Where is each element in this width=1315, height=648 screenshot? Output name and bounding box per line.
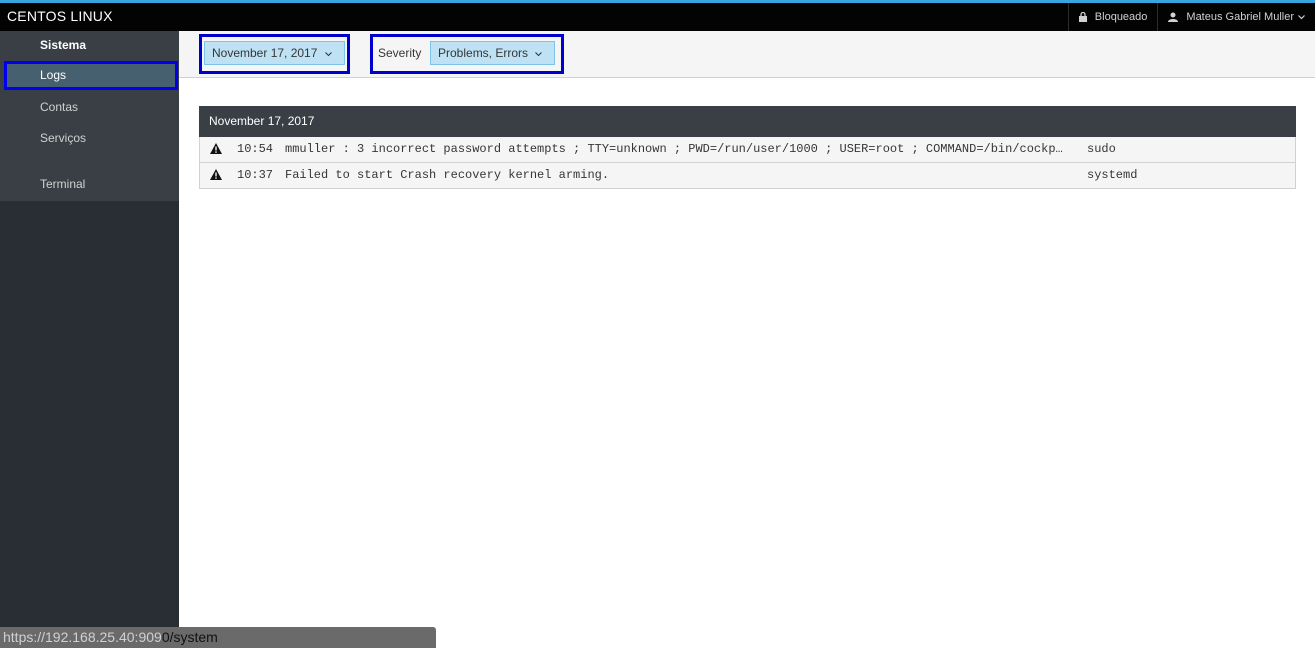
severity-filter-dropdown[interactable]: Problems, Errors <box>430 41 555 65</box>
log-source: systemd <box>1087 168 1138 182</box>
user-icon <box>1168 12 1179 22</box>
chevron-down-icon <box>324 49 332 59</box>
sidebar-item-terminal[interactable]: Terminal <box>5 170 178 199</box>
log-message: mmuller : 3 incorrect password attempts … <box>285 142 1063 156</box>
warning-icon <box>210 143 222 158</box>
log-message: Failed to start Crash recovery kernel ar… <box>285 168 610 182</box>
log-entry[interactable]: 10:54 mmuller : 3 incorrect password att… <box>199 137 1296 163</box>
log-day-header: November 17, 2017 <box>199 106 1296 137</box>
severity-label: Severity <box>378 46 422 60</box>
sidebar-item-contas[interactable]: Contas <box>5 93 178 122</box>
sidebar: Sistema Logs Contas Serviços Terminal <box>0 31 179 648</box>
sidebar-item-servicos[interactable]: Serviços <box>5 124 178 153</box>
chevron-down-icon <box>1298 11 1305 23</box>
date-filter-dropdown[interactable]: November 17, 2017 <box>204 41 345 65</box>
sidebar-nav: Sistema Logs Contas Serviços Terminal <box>0 31 179 201</box>
log-time: 10:54 <box>237 142 274 156</box>
lock-icon <box>1078 12 1087 22</box>
masthead: CENTOS LINUX Bloqueado Mateus Gabriel Mu… <box>0 0 1315 31</box>
sidebar-item-sistema[interactable]: Sistema <box>5 31 178 60</box>
lock-button[interactable]: Bloqueado <box>1067 3 1158 31</box>
log-entry[interactable]: 10:37 Failed to start Crash recovery ker… <box>199 163 1296 189</box>
log-time: 10:37 <box>237 168 274 182</box>
warning-icon <box>210 169 222 184</box>
lock-label: Bloqueado <box>1094 11 1148 23</box>
status-url-host: https://192.168.25.40:909 <box>3 629 162 645</box>
masthead-actions: Bloqueado Mateus Gabriel Muller <box>1067 3 1315 31</box>
status-url-path: 0/system <box>161 629 218 645</box>
chevron-down-icon <box>535 49 543 59</box>
user-menu[interactable]: Mateus Gabriel Muller <box>1157 3 1315 31</box>
user-name: Mateus Gabriel Muller <box>1186 11 1294 23</box>
log-source: sudo <box>1087 142 1116 156</box>
browser-status-url: https://192.168.25.40:9090/system <box>0 627 436 648</box>
brand-title[interactable]: CENTOS LINUX <box>7 8 113 24</box>
sidebar-item-logs[interactable]: Logs <box>4 61 178 90</box>
